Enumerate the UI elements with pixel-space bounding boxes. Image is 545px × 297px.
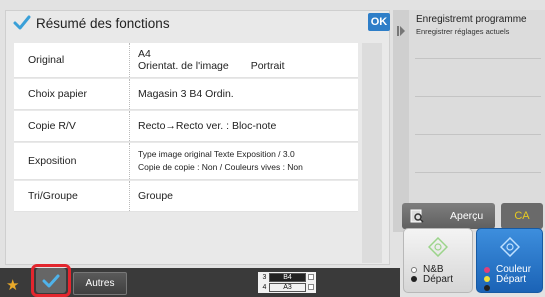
summary-row-paper[interactable]: Choix papier Magasin 3 B4 Ordin. [14, 79, 358, 110]
bw-start-button[interactable]: N&B Départ [403, 228, 473, 293]
preview-label: Aperçu [450, 210, 484, 222]
checkmark-icon [42, 274, 60, 287]
preview-icon [410, 209, 424, 223]
function-check-button[interactable] [31, 264, 71, 297]
tray-row: 3 B4 [260, 273, 306, 282]
function-check-inner [36, 268, 66, 293]
orientation-label: Orientat. de l'image [138, 60, 229, 72]
summary-row-exposure[interactable]: Exposition Type image original Texte Exp… [14, 143, 358, 180]
program-panel-toggle[interactable] [393, 10, 409, 232]
summary-row-sort[interactable]: Tri/Groupe Groupe [14, 181, 358, 212]
function-summary-panel: Résumé des fonctions OK Original A4 Orie… [5, 10, 390, 265]
tray-size: A3 [269, 283, 306, 292]
program-slot [415, 134, 541, 135]
summary-header: Résumé des fonctions [6, 11, 389, 35]
row-label: Tri/Groupe [14, 181, 130, 211]
checkmark-icon [13, 15, 31, 30]
row-value: Magasin 3 B4 Ordin. [138, 88, 234, 100]
original-size-value: A4 [138, 48, 151, 60]
program-slot [415, 172, 541, 173]
program-slot [415, 96, 541, 97]
copy-screen: Résumé des fonctions OK Original A4 Orie… [0, 0, 545, 297]
row-label: Exposition [14, 143, 130, 179]
color-start-label: Couleur Départ [496, 265, 531, 285]
summary-list: Original A4 Orientat. de l'image Portrait… [14, 43, 358, 213]
bw-indicator-dots [411, 267, 421, 285]
tray-row: 4 A3 [260, 283, 306, 292]
expand-arrow-icon [397, 26, 405, 36]
summary-title: Résumé des fonctions [36, 15, 170, 31]
tray-status-box [308, 274, 314, 280]
clear-all-button[interactable]: CA [501, 203, 543, 229]
exposure-line-2: Copie de copie : Non / Couleurs vives : … [138, 162, 303, 172]
program-title[interactable]: Enregistremt programme [416, 14, 527, 25]
tray-number: 3 [262, 274, 267, 281]
color-start-button[interactable]: Couleur Départ [476, 228, 543, 293]
bw-start-label: N&B Départ [423, 265, 453, 285]
row-value: Type image original Texte Exposition / 3… [130, 148, 358, 174]
tray-size: B4 [269, 273, 306, 282]
summary-scrollbar[interactable] [362, 43, 382, 263]
color-indicator-dots [484, 267, 494, 294]
start-diamond-icon [428, 237, 448, 257]
program-register-panel: Enregistremt programme Enregistrer régla… [393, 10, 545, 232]
color-start-line-2: Départ [496, 274, 527, 285]
row-label: Copie R/V [14, 111, 130, 141]
program-subtitle: Enregistrer réglages actuels [416, 27, 510, 36]
orientation-value: Portrait [250, 60, 285, 72]
orientation-line: Orientat. de l'image Portrait [138, 60, 358, 72]
preview-button[interactable]: Aperçu [402, 203, 495, 229]
row-value: Groupe [138, 190, 174, 202]
summary-row-duplex[interactable]: Copie R/V Recto→Recto ver. : Bloc-note [14, 111, 358, 142]
ok-button[interactable]: OK [368, 13, 390, 31]
favorite-star-icon[interactable]: ★ [6, 276, 19, 294]
start-diamond-icon [499, 237, 520, 257]
exposure-line-1: Type image original Texte Exposition / 3… [138, 149, 295, 159]
row-value: Recto→Recto ver. : Bloc-note [138, 120, 277, 132]
row-label: Choix papier [14, 79, 130, 109]
bw-start-line-2: Départ [423, 274, 454, 285]
program-slot [415, 58, 541, 59]
summary-row-original[interactable]: Original A4 Orientat. de l'image Portrait [14, 43, 358, 78]
tray-number: 4 [262, 284, 267, 291]
paper-tray-indicator[interactable]: 3 B4 4 A3 [258, 272, 316, 293]
row-label: Original [14, 43, 130, 77]
row-value: A4 Orientat. de l'image Portrait [130, 48, 358, 72]
tray-status-box [308, 284, 314, 290]
others-button[interactable]: Autres [73, 272, 127, 295]
